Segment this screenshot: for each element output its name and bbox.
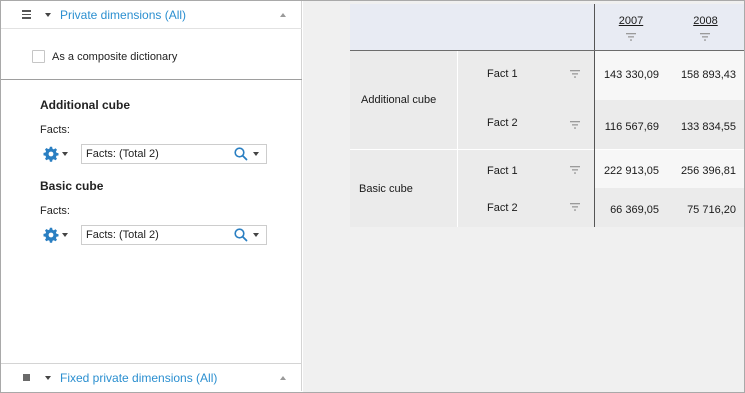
- filter-icon[interactable]: [700, 33, 710, 41]
- row-group-label: Basic cube: [359, 182, 413, 195]
- chevron-up-icon[interactable]: [280, 375, 286, 380]
- composite-dictionary-checkbox[interactable]: [32, 50, 45, 63]
- basic-cube-facts-combo[interactable]: Facts: (Total 2): [81, 225, 267, 245]
- table-cell-value[interactable]: 75 716,20: [667, 188, 744, 227]
- additional-cube-facts-combo[interactable]: Facts: (Total 2): [81, 144, 267, 164]
- composite-dictionary-label: As a composite dictionary: [52, 50, 178, 63]
- additional-cube-title: Additional cube: [40, 98, 130, 112]
- basic-cube-title: Basic cube: [40, 179, 104, 193]
- chevron-down-icon[interactable]: [253, 152, 259, 156]
- fixed-private-dimensions-header[interactable]: Fixed private dimensions (All): [1, 363, 302, 391]
- private-dimensions-title[interactable]: Private dimensions (All): [60, 8, 186, 22]
- private-dimensions-header[interactable]: Private dimensions (All): [1, 1, 302, 29]
- composite-dictionary-option[interactable]: As a composite dictionary: [32, 50, 177, 63]
- fixed-private-dimensions-title[interactable]: Fixed private dimensions (All): [60, 371, 217, 385]
- chevron-down-icon[interactable]: [45, 12, 51, 17]
- section-divider: [1, 79, 302, 80]
- column-header-2008[interactable]: 2008: [667, 4, 744, 50]
- column-header-2007[interactable]: 2007: [595, 4, 667, 50]
- facts-combo-prefix: Facts:: [86, 229, 116, 241]
- facts-combo-value: (Total 2): [119, 148, 159, 160]
- search-icon[interactable]: [233, 146, 249, 162]
- facts-combo-value: (Total 2): [119, 229, 159, 241]
- row-group-additional-cube: Additional cube: [350, 51, 458, 149]
- row-group-basic-cube: Basic cube: [350, 150, 458, 227]
- table-cell-value[interactable]: 116 567,69: [595, 100, 667, 149]
- column-header-label[interactable]: 2007: [619, 15, 643, 27]
- hamburger-icon[interactable]: [22, 10, 31, 19]
- collapse-square-icon[interactable]: [23, 374, 30, 381]
- gear-icon: [43, 227, 59, 243]
- row-header-label: Fact 2: [487, 117, 518, 129]
- table-cell-value[interactable]: 133 834,55: [667, 100, 744, 149]
- row-header-label: Fact 1: [487, 68, 518, 80]
- row-header-label: Fact 1: [487, 165, 518, 177]
- row-header-label: Fact 2: [487, 202, 518, 214]
- chevron-down-icon: [62, 152, 68, 156]
- gear-icon: [43, 146, 59, 162]
- table-cell-value[interactable]: 256 396,81: [667, 150, 744, 188]
- filter-icon[interactable]: [570, 203, 580, 211]
- basic-cube-settings-button[interactable]: [43, 226, 71, 244]
- search-icon[interactable]: [233, 227, 249, 243]
- chevron-down-icon[interactable]: [253, 233, 259, 237]
- column-header-label[interactable]: 2008: [693, 15, 717, 27]
- filter-icon[interactable]: [570, 121, 580, 129]
- filter-icon[interactable]: [626, 33, 636, 41]
- chevron-down-icon: [62, 233, 68, 237]
- additional-cube-settings-button[interactable]: [43, 145, 71, 163]
- additional-cube-facts-label: Facts:: [40, 124, 70, 136]
- filter-icon[interactable]: [570, 166, 580, 174]
- table-cell-value[interactable]: 143 330,09: [595, 51, 667, 100]
- basic-cube-facts-label: Facts:: [40, 205, 70, 217]
- data-table: 2007 2008 Additional cube Basic cube Fac…: [350, 4, 744, 227]
- table-cell-value[interactable]: 158 893,43: [667, 51, 744, 100]
- chevron-down-icon[interactable]: [45, 375, 51, 380]
- chevron-up-icon[interactable]: [280, 12, 286, 17]
- table-cell-value[interactable]: 66 369,05: [595, 188, 667, 227]
- row-group-label: Additional cube: [361, 94, 437, 106]
- filter-icon[interactable]: [570, 70, 580, 78]
- table-corner-header: [350, 4, 594, 50]
- left-panel: Private dimensions (All) As a composite …: [1, 1, 302, 391]
- table-cell-value[interactable]: 222 913,05: [595, 150, 667, 188]
- facts-combo-prefix: Facts:: [86, 148, 116, 160]
